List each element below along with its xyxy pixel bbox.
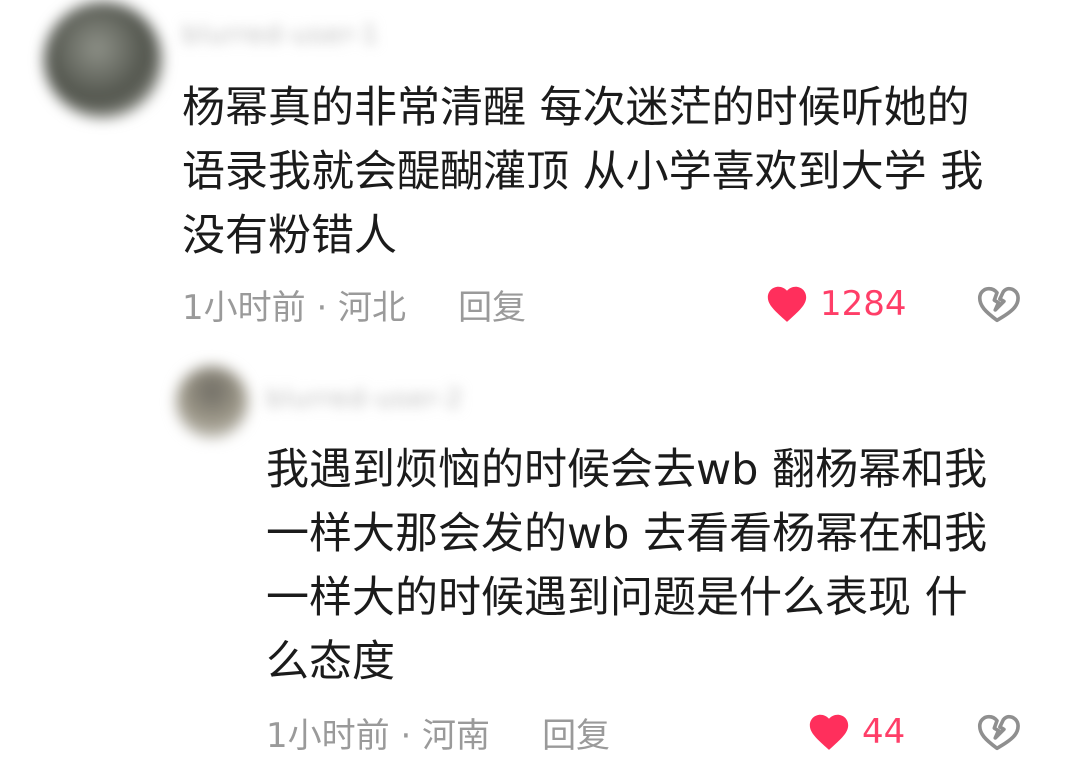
username[interactable]: blurred-user-2 — [266, 384, 463, 414]
comment-text: 杨幂真的非常清醒 每次迷茫的时候听她的 语录我就会醍醐灌顶 从小学喜欢到大学 我… — [182, 76, 983, 268]
username[interactable]: blurred-user-1 — [182, 20, 379, 50]
comment-meta: 1小时前 · 河北 回复 — [182, 278, 526, 330]
heart-icon — [809, 714, 849, 750]
like-button[interactable]: 44 — [806, 706, 905, 758]
reply-button[interactable]: 回复 — [542, 708, 610, 757]
comment-meta: 1小时前 · 河南 回复 — [266, 706, 610, 758]
like-count: 44 — [862, 712, 906, 752]
timestamp-location: 1小时前 · 河北 — [182, 287, 407, 328]
comment-line: 一样大那会发的wb 去看看杨幂在和我 — [266, 509, 988, 559]
heart-icon — [767, 286, 807, 322]
reply-button[interactable]: 回复 — [458, 280, 526, 329]
broken-heart-icon[interactable] — [974, 709, 1020, 755]
like-count: 1284 — [820, 284, 907, 324]
like-button[interactable]: 1284 — [764, 278, 907, 330]
comment-line: 语录我就会醍醐灌顶 从小学喜欢到大学 我 — [182, 147, 984, 197]
broken-heart-icon[interactable] — [974, 281, 1020, 327]
comment-line: 一样大的时候遇到问题是什么表现 什 — [266, 573, 968, 623]
timestamp-location: 1小时前 · 河南 — [266, 715, 491, 756]
comment-line: 我遇到烦恼的时候会去wb 翻杨幂和我 — [266, 445, 988, 495]
comment-text: 我遇到烦恼的时候会去wb 翻杨幂和我 一样大那会发的wb 去看看杨幂在和我 一样… — [266, 438, 987, 694]
user-avatar[interactable] — [44, 2, 162, 118]
comment-line: 杨幂真的非常清醒 每次迷茫的时候听她的 — [182, 83, 970, 133]
user-avatar[interactable] — [176, 366, 248, 438]
comment-line: 么态度 — [266, 637, 395, 687]
comment-line: 没有粉错人 — [182, 211, 397, 261]
